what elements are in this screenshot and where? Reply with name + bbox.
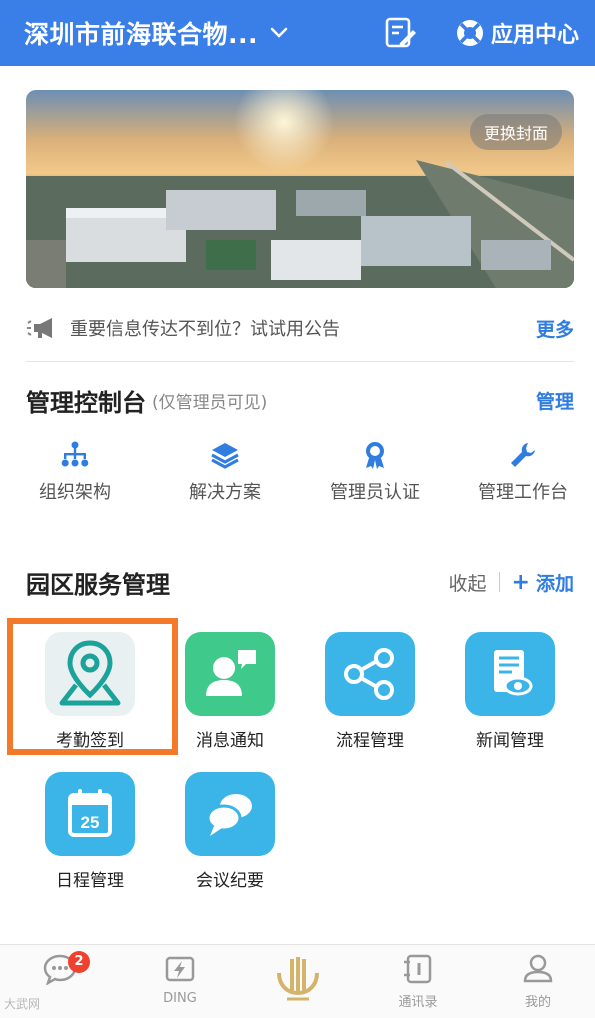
tool-admin-cert[interactable]: 管理员认证 [300,440,450,504]
park-services-header: 园区服务管理 收起 + 添加 [26,562,574,602]
tool-label: 解决方案 [189,482,261,503]
announcement-text: 重要信息传达不到位？试试用公告 [70,319,340,340]
calendar-icon: 25 [45,772,135,856]
app-center-label: 应用中心 [490,23,579,48]
lifebuoy-icon [455,18,485,48]
bottom-tabbar: 2 DING 通讯录 我的 [0,944,595,1018]
highlight-box [7,618,178,755]
add-label: 添加 [535,572,574,595]
contact-message-icon [185,632,275,716]
app-label: 新闻管理 [476,731,544,751]
wrench-icon [511,443,535,467]
layers-icon [211,443,239,469]
admin-only-note: (仅管理员可见) [152,392,268,413]
profile-icon [523,954,553,983]
contacts-icon [404,954,432,984]
tab-label: 通讯录 [398,995,438,1010]
news-icon [465,632,555,716]
chevron-down-icon[interactable] [270,24,288,42]
tab-ding[interactable]: DING [140,953,220,1006]
tool-label: 管理工作台 [478,482,568,503]
park-services-title: 园区服务管理 [26,570,170,599]
app-label: 流程管理 [336,731,404,751]
plus-icon: + [511,569,530,595]
share-icon [325,632,415,716]
tool-admin-workbench[interactable]: 管理工作台 [448,440,595,504]
tab-label: 我的 [524,995,551,1010]
add-app-button[interactable]: + 添加 [512,569,574,596]
admin-console-title: 管理控制台 [26,388,146,417]
org-name[interactable]: 深圳市前海联合物... [24,15,258,51]
app-workflow[interactable]: 流程管理 [300,632,440,751]
org-structure-icon [61,441,89,467]
tool-org-structure[interactable]: 组织架构 [0,440,150,504]
app-meeting-minutes[interactable]: 会议纪要 [160,772,300,891]
workbench-logo-icon [277,957,319,1001]
app-center-button[interactable]: 应用中心 [455,17,579,49]
change-cover-button[interactable]: 更换封面 [469,114,562,150]
watermark: 大武网 [4,997,41,1011]
top-header: 深圳市前海联合物... 应用中心 [0,0,595,66]
app-label: 日程管理 [56,871,124,891]
app-label: 消息通知 [196,731,264,751]
tab-workbench[interactable] [258,953,338,1011]
todo-edit-icon[interactable] [383,16,417,50]
admin-tools: 组织架构 解决方案 管理员认证 管理工作台 [0,440,595,520]
calendar-day: 25 [81,813,100,832]
badge-icon [366,442,384,469]
separator [498,572,500,592]
unread-badge: 2 [68,951,90,973]
admin-console-header: 管理控制台 (仅管理员可见) 管理 [26,380,574,420]
tool-solutions[interactable]: 解决方案 [150,440,300,504]
more-link[interactable]: 更多 [536,315,574,342]
app-schedule[interactable]: 25 日程管理 [20,772,160,891]
app-news[interactable]: 新闻管理 [440,632,580,751]
divider [26,361,574,362]
announcement-bar[interactable]: 重要信息传达不到位？试试用公告 更多 [26,306,574,350]
manage-link[interactable]: 管理 [536,387,574,414]
tab-profile[interactable]: 我的 [498,953,578,1010]
tool-label: 管理员认证 [330,482,420,503]
app-notifications[interactable]: 消息通知 [160,632,300,751]
ding-icon [165,956,195,982]
chat-bubbles-icon [185,772,275,856]
tab-messages[interactable]: 2 [20,951,100,991]
tool-label: 组织架构 [39,482,111,503]
cover-banner: 更换封面 [26,90,574,288]
tab-label: DING [163,991,197,1006]
app-label: 会议纪要 [196,871,264,891]
header-actions: 应用中心 [383,16,579,50]
megaphone-icon [26,315,60,341]
collapse-link[interactable]: 收起 [449,569,487,596]
tab-contacts[interactable]: 通讯录 [378,953,458,1010]
